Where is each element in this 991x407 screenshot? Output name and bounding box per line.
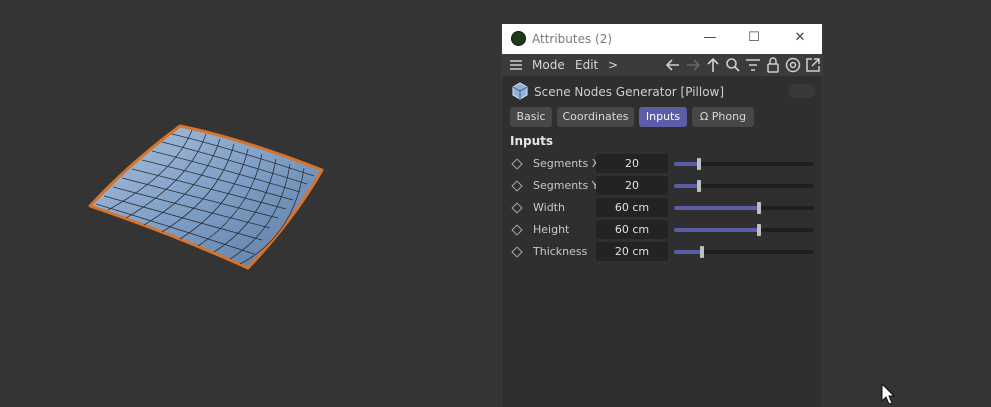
slider-handle[interactable] [757,224,762,236]
slider-fill [674,228,760,232]
tab-phong[interactable]: Ω Phong [692,107,754,127]
mouse-cursor-icon [881,383,895,405]
filter-icon[interactable] [744,56,762,74]
app-icon [511,31,526,46]
tab-basic[interactable]: Basic [510,107,552,127]
keyframe-diamond-icon[interactable] [511,224,523,236]
arrow-left-icon[interactable] [664,56,682,74]
tab-coordinates[interactable]: Coordinates [557,107,634,127]
target-icon[interactable] [784,56,802,74]
slider-fill [674,184,700,188]
external-link-icon[interactable] [804,56,822,74]
pillow-selection-outline [88,124,324,270]
slider-fill [674,206,760,210]
slider-handle[interactable] [697,158,702,170]
param-label: Width [533,201,565,214]
section-title: Inputs [510,134,554,148]
attributes-panel[interactable]: Attributes (2) — ☐ ✕ Mode Edit > Scene N… [501,24,823,407]
scene-nodes-cube-icon [512,82,528,100]
param-row: Width 60 cm [502,197,822,219]
object-header: Scene Nodes Generator [Pillow] [502,78,822,104]
tab-bar: Basic Coordinates Inputs Ω Phong [502,107,822,129]
lock-icon[interactable] [764,56,782,74]
tab-inputs[interactable]: Inputs [639,107,687,127]
param-label: Thickness [533,245,588,258]
menu-edit[interactable]: Edit [575,58,598,72]
param-slider[interactable] [674,224,814,236]
window-titlebar[interactable]: Attributes (2) — ☐ ✕ [502,24,822,54]
object-name: Scene Nodes Generator [Pillow] [534,85,725,99]
keyframe-diamond-icon[interactable] [511,202,523,214]
param-row: Segments Y 20 [502,175,822,197]
keyframe-diamond-icon[interactable] [511,158,523,170]
param-slider[interactable] [674,180,814,192]
param-slider[interactable] [674,246,814,258]
param-label: Segments X [533,157,600,170]
slider-handle[interactable] [697,180,702,192]
menubar: Mode Edit > [502,54,822,76]
minimize-button[interactable]: — [700,28,720,48]
menu-more[interactable]: > [608,58,618,72]
param-value-field[interactable]: 60 cm [596,220,668,239]
search-icon[interactable] [724,56,742,74]
param-label: Segments Y [533,179,599,192]
arrow-up-icon[interactable] [704,56,722,74]
param-value-field[interactable]: 20 [596,154,668,173]
param-slider[interactable] [674,202,814,214]
param-value-field[interactable]: 60 cm [596,198,668,217]
hamburger-icon[interactable] [507,56,525,74]
param-value-field[interactable]: 20 [596,176,668,195]
slider-handle[interactable] [700,246,704,258]
close-button[interactable]: ✕ [790,28,810,48]
param-row: Height 60 cm [502,219,822,241]
3d-viewport[interactable] [0,0,991,407]
param-slider[interactable] [674,158,814,170]
arrow-right-icon[interactable] [684,56,702,74]
slider-fill [674,162,700,166]
param-row: Thickness 20 cm [502,241,822,263]
object-enable-toggle[interactable] [788,84,816,98]
maximize-button[interactable]: ☐ [744,28,764,48]
param-value-field[interactable]: 20 cm [596,242,668,261]
param-row: Segments X 20 [502,153,822,175]
slider-fill [674,250,702,254]
pillow-object[interactable] [80,118,330,274]
slider-handle[interactable] [757,202,762,214]
param-label: Height [533,223,570,236]
keyframe-diamond-icon[interactable] [511,246,523,258]
menu-mode[interactable]: Mode [532,58,565,72]
keyframe-diamond-icon[interactable] [511,180,523,192]
window-title: Attributes (2) [532,32,613,46]
